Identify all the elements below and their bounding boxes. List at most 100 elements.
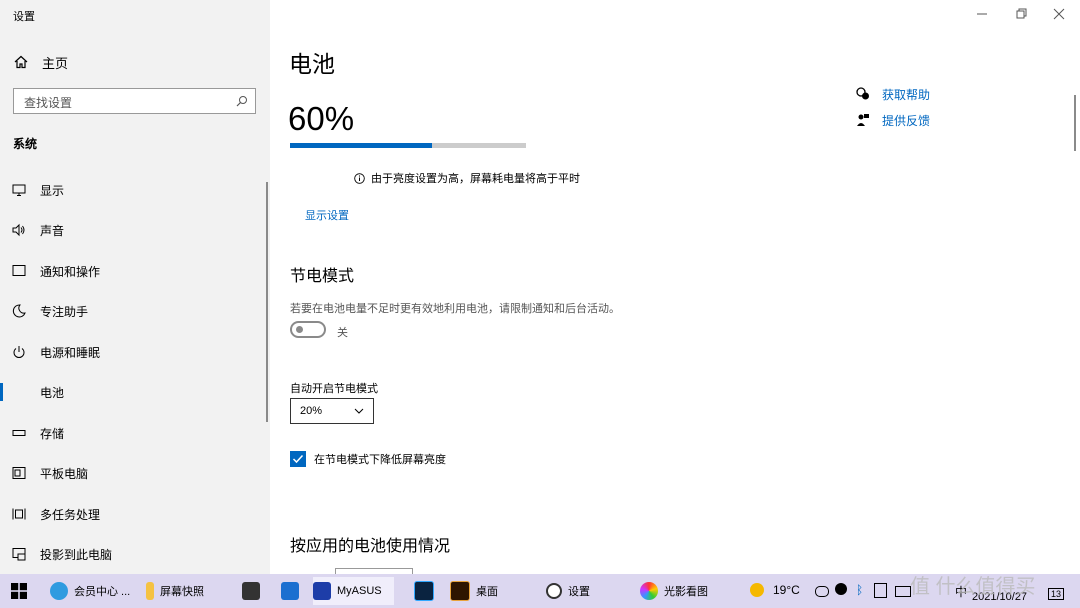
notification-icon bbox=[12, 265, 26, 276]
search-box[interactable]: 查找设置 bbox=[13, 88, 256, 114]
steam-icon[interactable] bbox=[835, 583, 847, 595]
project-icon bbox=[12, 548, 26, 561]
toggle-state-label: 关 bbox=[337, 327, 348, 339]
checkmark-icon bbox=[292, 454, 304, 464]
sidebar-item-label: 平板电脑 bbox=[40, 467, 89, 481]
security-icon[interactable] bbox=[874, 583, 887, 598]
taskbar-app-mail[interactable] bbox=[281, 577, 305, 605]
search-icon[interactable] bbox=[236, 95, 248, 107]
battery-percent: 60% bbox=[288, 100, 355, 137]
select-value: 20% bbox=[300, 405, 323, 417]
home-label: 主页 bbox=[42, 55, 69, 71]
monitor-icon bbox=[12, 184, 26, 196]
checkbox-box[interactable] bbox=[290, 451, 306, 467]
toggle-knob bbox=[296, 326, 303, 333]
usage-by-app-heading: 按应用的电池使用情况 bbox=[290, 538, 451, 555]
sidebar-item-label: 存储 bbox=[40, 427, 65, 441]
taskbar-app-store[interactable] bbox=[242, 577, 266, 605]
watermark: 值 什么值得买 bbox=[910, 576, 1036, 598]
get-help-link[interactable]: 获取帮助 bbox=[856, 85, 930, 103]
taskbar-app-photo-viewer[interactable]: 光影看图 bbox=[640, 577, 708, 605]
battery-saver-heading: 节电模式 bbox=[290, 268, 355, 285]
sidebar-item-label: 声音 bbox=[40, 224, 65, 238]
sidebar-item-tablet[interactable]: 平板电脑 bbox=[0, 455, 266, 491]
sidebar-scrollbar[interactable] bbox=[266, 182, 268, 422]
folder-icon bbox=[146, 582, 154, 600]
main-content: 电池 60% 由于亮度设置为高，屏幕耗电量将高于平时 显示设置 获取帮助 提供反… bbox=[270, 0, 1080, 575]
multitask-icon bbox=[12, 508, 26, 520]
lower-brightness-checkbox[interactable]: 在节电模式下降低屏幕亮度 bbox=[290, 451, 446, 467]
display-settings-link[interactable]: 显示设置 bbox=[305, 207, 349, 223]
edge-icon bbox=[50, 582, 68, 600]
active-indicator bbox=[0, 383, 3, 401]
storage-icon bbox=[12, 430, 26, 436]
taskbar-app-label: 桌面 bbox=[476, 586, 498, 598]
power-icon bbox=[13, 346, 25, 358]
info-text: 由于亮度设置为高，屏幕耗电量将高于平时 bbox=[371, 173, 580, 185]
taskbar-app-bridge[interactable]: 桌面 bbox=[450, 577, 498, 605]
home-link[interactable]: 主页 bbox=[14, 52, 68, 72]
main-scrollbar[interactable] bbox=[1074, 95, 1076, 151]
sidebar-item-notifications[interactable]: 通知和操作 bbox=[0, 253, 266, 289]
sidebar-item-label: 显示 bbox=[40, 184, 65, 198]
sidebar-item-label: 电源和睡眠 bbox=[40, 346, 101, 360]
onedrive-icon[interactable] bbox=[815, 586, 829, 597]
close-icon[interactable] bbox=[1052, 7, 1066, 21]
taskbar-app-edge[interactable]: 会员中心 ... bbox=[50, 577, 130, 605]
taskbar-app-label: 屏幕快照 bbox=[160, 586, 204, 598]
page-title: 电池 bbox=[289, 51, 335, 77]
speaker-icon bbox=[12, 223, 25, 237]
get-help-label: 获取帮助 bbox=[882, 87, 931, 102]
bridge-icon bbox=[450, 581, 470, 601]
tablet-icon bbox=[12, 467, 26, 479]
taskbar-app-photoshop[interactable] bbox=[414, 577, 440, 605]
sidebar-item-label: 投影到此电脑 bbox=[40, 548, 113, 562]
taskbar-app-settings[interactable]: 设置 bbox=[546, 577, 590, 605]
sidebar-item-multitasking[interactable]: 多任务处理 bbox=[0, 496, 266, 532]
search-placeholder: 查找设置 bbox=[24, 96, 73, 110]
battery-saver-toggle[interactable] bbox=[290, 321, 326, 338]
feedback-label: 提供反馈 bbox=[882, 113, 931, 128]
sidebar-item-sound[interactable]: 声音 bbox=[0, 212, 266, 248]
auto-saver-threshold-select[interactable]: 20% bbox=[290, 398, 374, 424]
myasus-icon bbox=[313, 582, 331, 600]
taskbar-app-label: 设置 bbox=[568, 586, 590, 598]
store-icon bbox=[242, 582, 260, 600]
sidebar-item-label: 电池 bbox=[40, 386, 65, 400]
sidebar-item-focus-assist[interactable]: 专注助手 bbox=[0, 293, 266, 329]
taskbar-app-label: MyASUS bbox=[337, 585, 382, 597]
info-icon bbox=[354, 172, 365, 184]
notification-badge[interactable]: 13 bbox=[1048, 588, 1065, 600]
minimize-icon[interactable] bbox=[975, 7, 989, 21]
restore-icon[interactable] bbox=[1014, 7, 1028, 21]
bluetooth-icon[interactable]: ᛒ bbox=[856, 583, 863, 597]
battery-progress-fill bbox=[290, 143, 432, 148]
checkbox-label: 在节电模式下降低屏幕亮度 bbox=[314, 454, 446, 466]
weather-sun-icon[interactable] bbox=[750, 583, 764, 597]
sidebar-item-label: 通知和操作 bbox=[40, 265, 101, 279]
category-heading: 系统 bbox=[13, 137, 38, 151]
windows-start-icon[interactable] bbox=[11, 583, 27, 599]
home-icon bbox=[14, 55, 28, 69]
sidebar-item-label: 专注助手 bbox=[40, 305, 89, 319]
taskbar-app-myasus[interactable]: MyASUS bbox=[313, 577, 394, 605]
taskbar-app-folder[interactable]: 屏幕快照 bbox=[146, 577, 204, 605]
auto-saver-label: 自动开启节电模式 bbox=[290, 383, 378, 395]
chevron-down-icon bbox=[354, 408, 364, 414]
sidebar-item-battery[interactable]: 电池 bbox=[0, 374, 266, 410]
taskbar-app-label: 光影看图 bbox=[664, 586, 708, 598]
sidebar-item-project[interactable]: 投影到此电脑 bbox=[0, 536, 266, 572]
battery-saver-description: 若要在电池电量不足时更有效地利用电池，请限制通知和后台活动。 bbox=[290, 303, 620, 315]
photoshop-icon bbox=[414, 581, 434, 601]
feedback-link[interactable]: 提供反馈 bbox=[856, 111, 930, 129]
taskbar-app-label: 会员中心 ... bbox=[74, 586, 131, 598]
moon-icon bbox=[12, 304, 26, 318]
weather-temp[interactable]: 19°C bbox=[773, 583, 800, 597]
sidebar: 设置 主页 查找设置 系统 显示 声音 通知和操作 专注助手 电源和睡眠 电池 … bbox=[0, 0, 270, 574]
battery-tray-icon[interactable] bbox=[895, 586, 911, 597]
window-title: 设置 bbox=[13, 11, 35, 23]
brightness-info: 由于亮度设置为高，屏幕耗电量将高于平时 bbox=[354, 170, 580, 186]
sidebar-item-display[interactable]: 显示 bbox=[0, 172, 266, 208]
sidebar-item-power-sleep[interactable]: 电源和睡眠 bbox=[0, 334, 266, 370]
sidebar-item-storage[interactable]: 存储 bbox=[0, 415, 266, 451]
